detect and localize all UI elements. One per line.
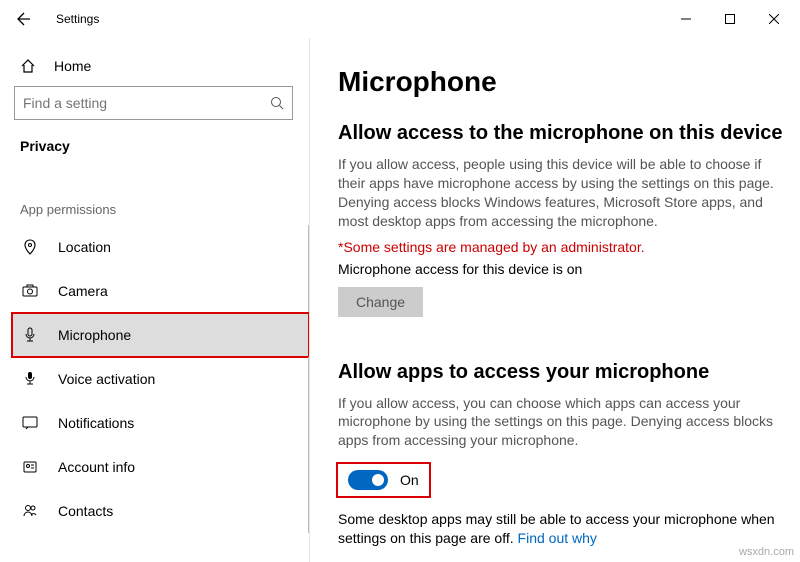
titlebar: Settings bbox=[0, 0, 800, 38]
sidebar-item-label: Voice activation bbox=[58, 371, 155, 387]
sidebar-item-label: Location bbox=[58, 239, 111, 255]
back-button[interactable] bbox=[4, 3, 44, 35]
main-panel: Microphone Allow access to the microphon… bbox=[310, 38, 800, 562]
maximize-icon bbox=[725, 14, 735, 24]
apps-access-toggle-wrap: On bbox=[338, 464, 429, 496]
sidebar-item-account-info[interactable]: Account info bbox=[12, 445, 309, 489]
toggle-knob bbox=[372, 474, 384, 486]
camera-icon bbox=[22, 283, 42, 299]
toggle-state-label: On bbox=[400, 472, 419, 488]
sidebar-item-contacts[interactable]: Contacts bbox=[12, 489, 309, 533]
sidebar-item-label: Contacts bbox=[58, 503, 113, 519]
page-title: Microphone bbox=[338, 66, 790, 98]
group-label: App permissions bbox=[20, 202, 301, 217]
apps-access-toggle[interactable] bbox=[348, 470, 388, 490]
section1-body: If you allow access, people using this d… bbox=[338, 155, 778, 231]
sidebar-item-voice-activation[interactable]: Voice activation bbox=[12, 357, 309, 401]
home-nav[interactable]: Home bbox=[12, 50, 309, 86]
minimize-icon bbox=[681, 14, 691, 24]
sidebar-item-microphone[interactable]: Microphone bbox=[12, 313, 309, 357]
sidebar: Home Privacy App permissions Location Ca… bbox=[0, 38, 310, 562]
section-title: Privacy bbox=[20, 138, 301, 154]
desktop-apps-note: Some desktop apps may still be able to a… bbox=[338, 510, 778, 548]
notifications-icon bbox=[22, 415, 42, 431]
maximize-button[interactable] bbox=[708, 3, 752, 35]
search-icon bbox=[270, 96, 284, 110]
close-icon bbox=[769, 14, 779, 24]
sidebar-item-label: Camera bbox=[58, 283, 108, 299]
nav-list: Location Camera Microphone Voice activat… bbox=[12, 225, 309, 533]
app-title: Settings bbox=[56, 12, 99, 26]
sidebar-item-label: Notifications bbox=[58, 415, 134, 431]
microphone-icon bbox=[22, 327, 42, 343]
search-box[interactable] bbox=[14, 86, 293, 120]
search-input[interactable] bbox=[23, 95, 270, 111]
section2-heading: Allow apps to access your microphone bbox=[338, 361, 790, 384]
sidebar-item-location[interactable]: Location bbox=[12, 225, 309, 269]
sidebar-item-camera[interactable]: Camera bbox=[12, 269, 309, 313]
find-out-why-link[interactable]: Find out why bbox=[518, 530, 597, 546]
device-access-status: Microphone access for this device is on bbox=[338, 261, 790, 277]
voice-icon bbox=[22, 371, 42, 387]
admin-warning: *Some settings are managed by an adminis… bbox=[338, 239, 790, 255]
account-icon bbox=[22, 459, 42, 475]
section1-heading: Allow access to the microphone on this d… bbox=[338, 122, 790, 145]
back-arrow-icon bbox=[16, 11, 32, 27]
minimize-button[interactable] bbox=[664, 3, 708, 35]
section2-body: If you allow access, you can choose whic… bbox=[338, 394, 778, 451]
sidebar-item-label: Microphone bbox=[58, 327, 131, 343]
change-button[interactable]: Change bbox=[338, 287, 423, 317]
watermark: wsxdn.com bbox=[739, 546, 794, 558]
home-label: Home bbox=[54, 58, 91, 74]
close-button[interactable] bbox=[752, 3, 796, 35]
contacts-icon bbox=[22, 503, 42, 519]
sidebar-item-label: Account info bbox=[58, 459, 135, 475]
home-icon bbox=[20, 58, 40, 74]
sidebar-item-notifications[interactable]: Notifications bbox=[12, 401, 309, 445]
location-icon bbox=[22, 239, 42, 255]
